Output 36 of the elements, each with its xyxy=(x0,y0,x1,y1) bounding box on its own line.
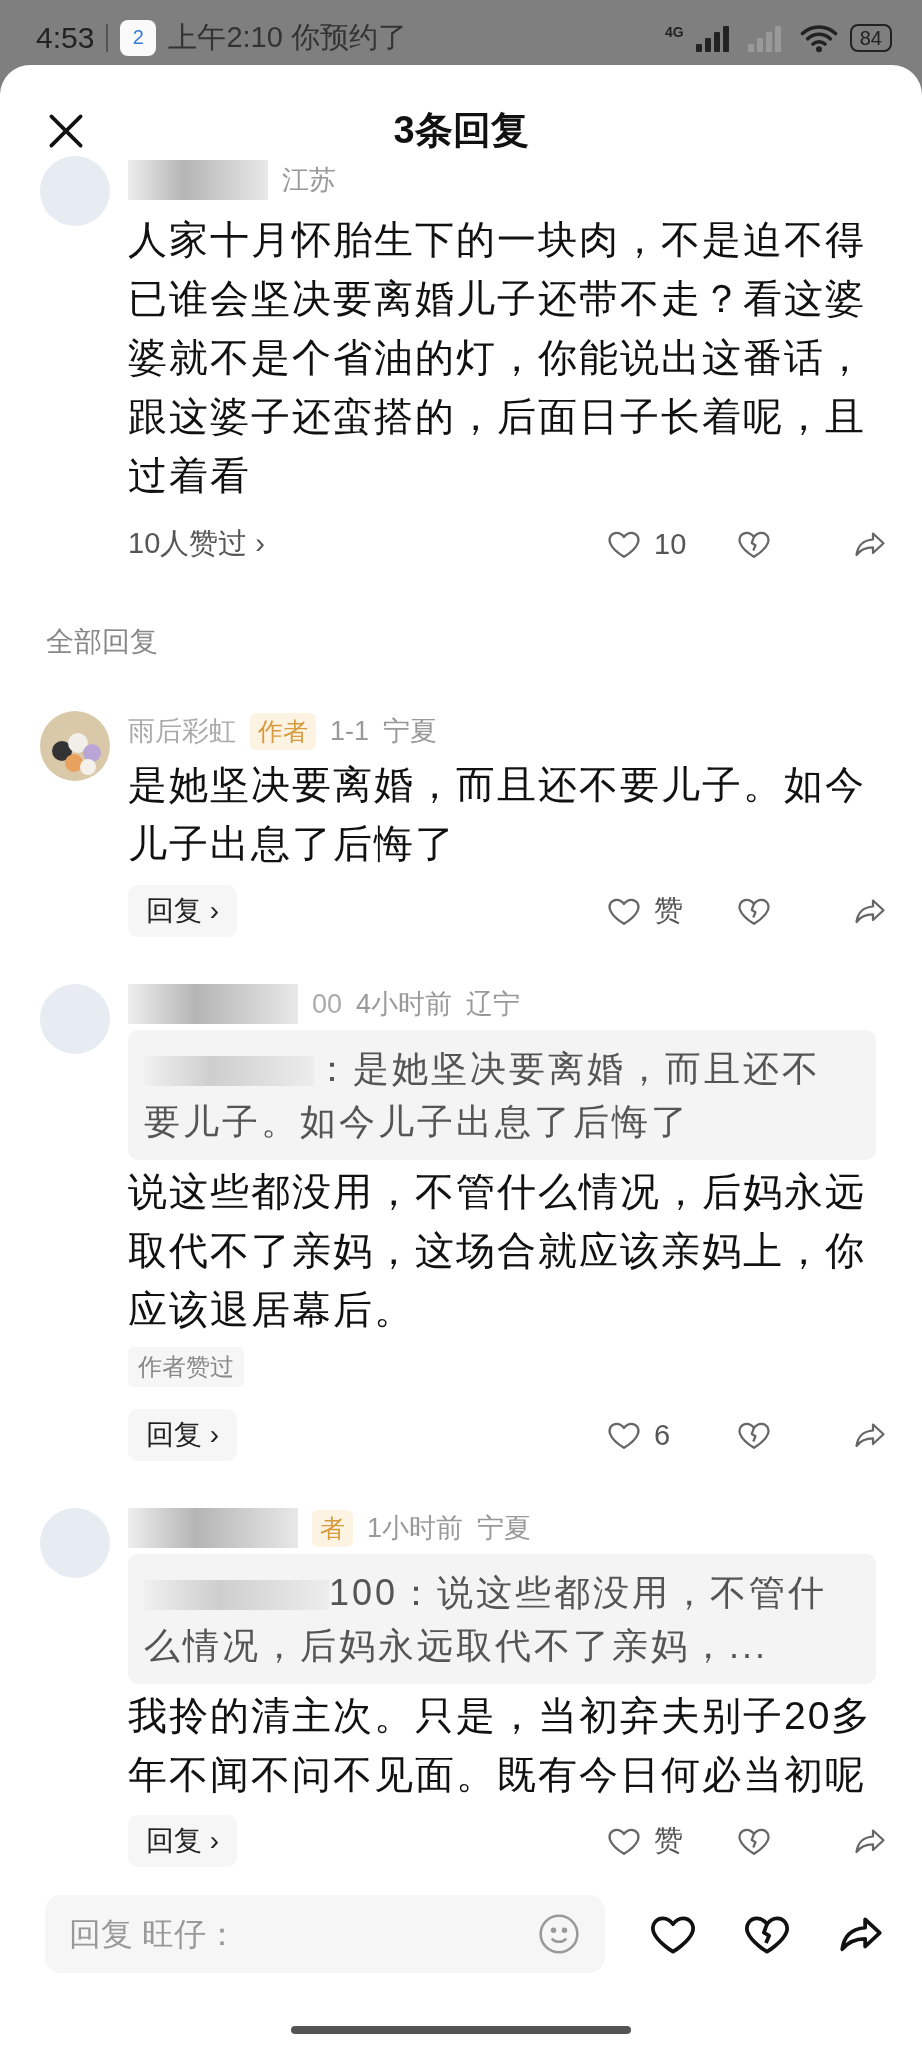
reply-input[interactable]: 回复 旺仔： xyxy=(45,1895,605,1973)
reply-text: 是她坚决要离婚，而且还不要儿子。如今儿子出息了后悔了 xyxy=(128,762,867,867)
author-badge: 作者 xyxy=(250,712,316,750)
author-badge: 者 xyxy=(312,1509,353,1547)
network-label: 4G xyxy=(665,24,684,40)
quoted-comment: 100：说这些都没用，不管什么情况，后妈永远取代不了亲妈，... xyxy=(128,1554,876,1684)
battery-indicator: 84 xyxy=(849,23,892,52)
section-label: 全部回复 xyxy=(46,625,159,659)
location-text: 江苏 xyxy=(282,164,336,197)
wifi-icon xyxy=(799,22,838,53)
reply-text: 说这些都没用，不管什么情况，后妈永远取代不了亲妈，这场合就应该亲妈上，你应该退居幕后。 xyxy=(128,1169,867,1333)
notification-text: 上午2:10 你预约了 xyxy=(168,19,407,55)
reply-button[interactable]: 回复 › xyxy=(128,1815,238,1867)
app-icon: 2 xyxy=(120,19,157,56)
like-button[interactable]: 赞 xyxy=(606,1821,736,1861)
reply-text: 我拎的清主次。只是，当初弃夫别子20多年不闻不问不见面。既有今日何必当初呢 xyxy=(128,1693,874,1798)
location-text: 辽宁 xyxy=(466,988,521,1021)
comment-text: 人家十月怀胎生下的一块肉，不是迫不得已谁会坚决要离婚儿子还带不走？看这婆婆就不是个省油的灯，你能说出这番话，跟这婆子还蛮搭的，后面日子长着呢，且过着看 xyxy=(128,217,867,499)
reply-button[interactable]: 回复 › xyxy=(128,885,238,937)
reply-button[interactable]: 回复 › xyxy=(128,1409,238,1461)
user-name: 雨后彩虹 xyxy=(128,715,236,748)
status-time: 4:53 xyxy=(36,20,95,55)
quoted-comment: ：是她坚决要离婚，而且还不要儿子。如今儿子出息了后悔了 xyxy=(128,1030,876,1160)
likes-link[interactable]: 10人赞过 › xyxy=(128,524,265,564)
like-button[interactable]: 赞 xyxy=(606,891,736,931)
like-button[interactable]: 6 xyxy=(606,1417,736,1453)
user-name: 00 xyxy=(312,988,343,1020)
author-liked-tag: 作者赞过 xyxy=(128,1347,244,1387)
sheet-title: 3条回复 xyxy=(393,108,529,153)
location-text: 宁夏 xyxy=(383,715,438,748)
time-text: 1小时前 xyxy=(367,1512,464,1545)
emoji-icon[interactable] xyxy=(537,1912,581,1956)
time-text: 1-1 xyxy=(330,715,370,747)
location-text: 宁夏 xyxy=(477,1512,532,1545)
like-button[interactable]: 10 xyxy=(606,526,736,562)
time-text: 4小时前 xyxy=(356,988,453,1021)
